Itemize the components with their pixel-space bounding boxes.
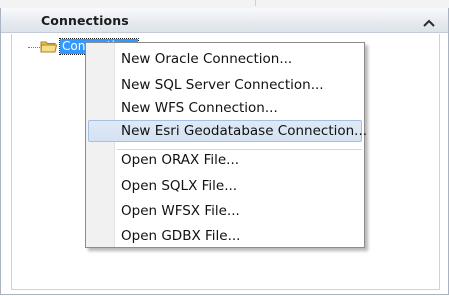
menu-item-new-oracle-connection[interactable]: New Oracle Connection... — [88, 48, 362, 70]
menu-item-label: New Esri Geodatabase Connection... — [121, 123, 368, 139]
toolbar-segment — [0, 0, 256, 6]
menu-item-label: Open WFSX File... — [121, 203, 240, 219]
folder-icon — [40, 39, 58, 54]
panel-header: Connections — [1, 8, 448, 33]
application-window: Connections Connections — [0, 0, 449, 296]
menu-item-open-sqlx-file[interactable]: Open SQLX File... — [88, 175, 362, 197]
menu-item-new-wfs-connection[interactable]: New WFS Connection... — [88, 97, 362, 119]
menu-item-label: New WFS Connection... — [121, 100, 278, 116]
tree-connector-line — [28, 47, 40, 48]
menu-item-open-gdbx-file[interactable]: Open GDBX File... — [88, 225, 362, 247]
menu-item-new-esri-geodatabase-connection[interactable]: New Esri Geodatabase Connection... — [88, 120, 367, 142]
menu-item-label: Open ORAX File... — [121, 152, 240, 168]
menu-item-label: New SQL Server Connection... — [121, 77, 324, 93]
collapse-button[interactable] — [422, 14, 436, 27]
menu-item-label: New Oracle Connection... — [121, 51, 293, 67]
menu-item-new-sql-server-connection[interactable]: New SQL Server Connection... — [88, 74, 362, 96]
panel-title: Connections — [41, 13, 129, 28]
chevron-up-icon — [423, 19, 435, 27]
menu-item-open-orax-file[interactable]: Open ORAX File... — [88, 149, 362, 171]
menu-item-label: Open GDBX File... — [121, 228, 241, 244]
menu-item-open-wfsx-file[interactable]: Open WFSX File... — [88, 200, 362, 222]
menu-item-label: Open SQLX File... — [121, 178, 238, 194]
context-menu: New Oracle Connection... New SQL Server … — [85, 42, 367, 248]
toolbar-segment — [256, 0, 446, 6]
